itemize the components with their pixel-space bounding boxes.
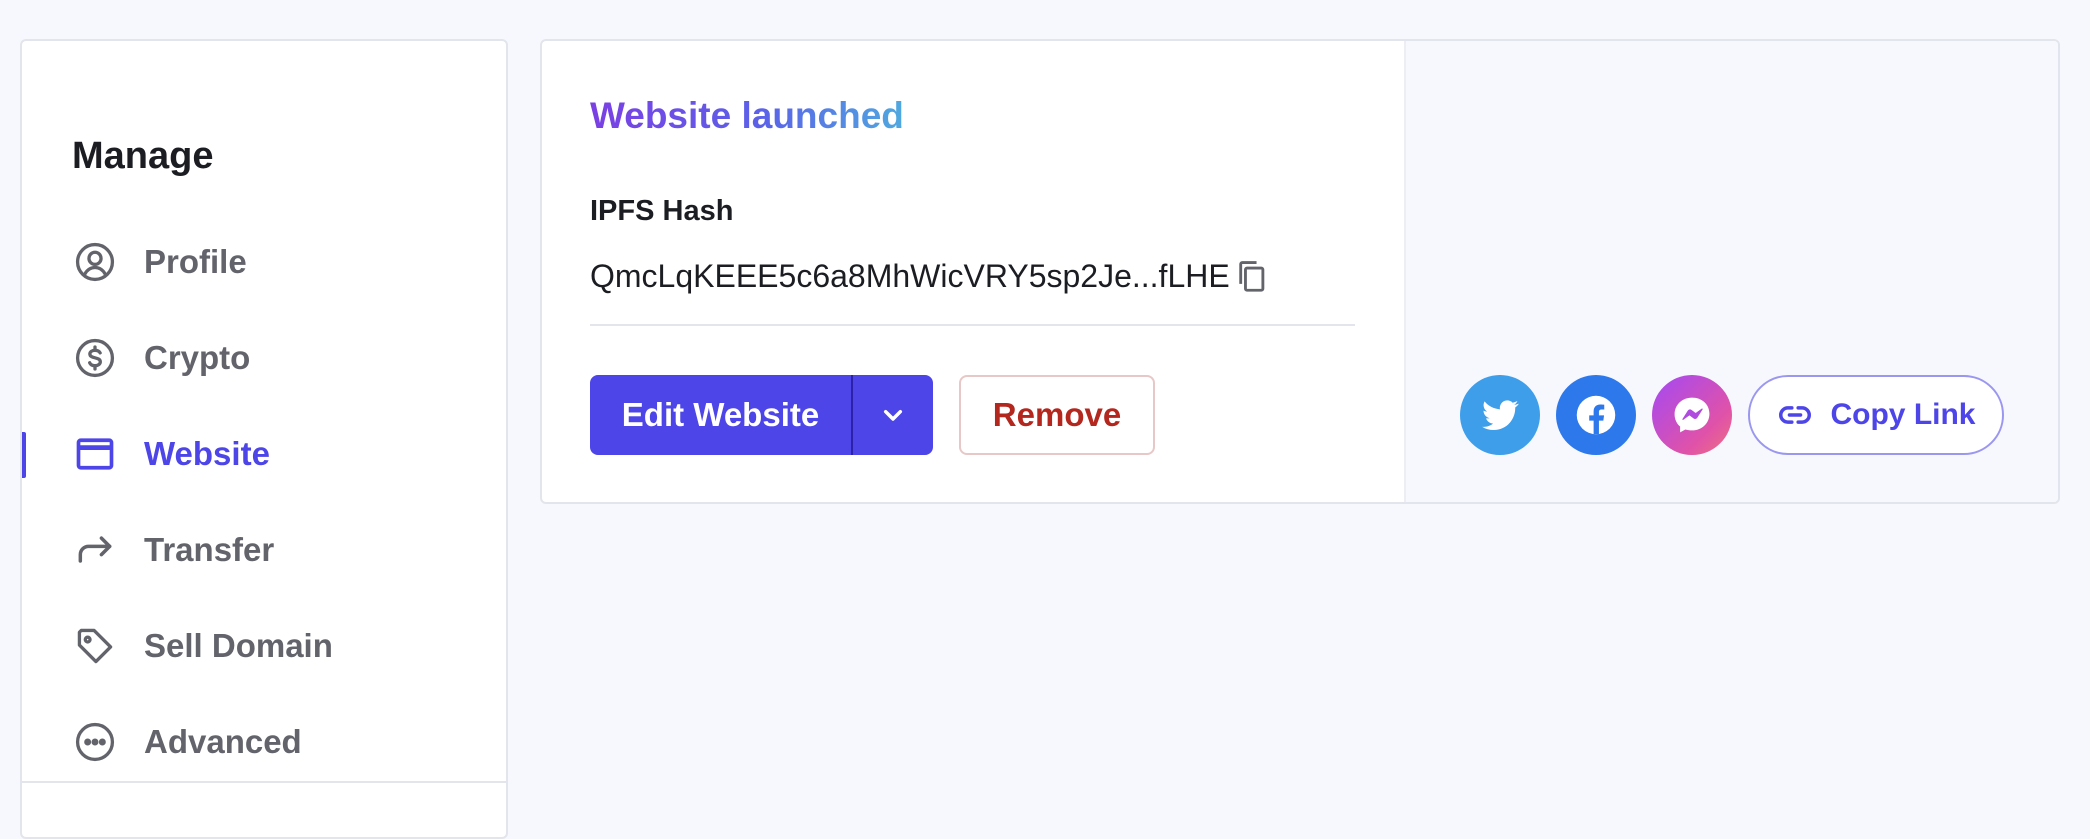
active-indicator <box>22 432 26 478</box>
copy-link-label: Copy Link <box>1830 398 1976 431</box>
sidebar-item-label: Profile <box>144 243 247 280</box>
edit-website-button-group: Edit Website <box>590 375 933 455</box>
sidebar-item-label: Website <box>144 435 270 472</box>
user-circle-icon <box>72 239 118 285</box>
share-facebook-button[interactable] <box>1556 375 1636 455</box>
more-circle-icon <box>72 719 118 765</box>
ipfs-hash-value: QmcLqKEEE5c6a8MhWicVRY5sp2Je...fLHE <box>590 258 1230 294</box>
share-messenger-button[interactable] <box>1652 375 1732 455</box>
website-card: Website launched IPFS Hash QmcLqKEEE5c6a… <box>540 39 2060 504</box>
share-twitter-button[interactable] <box>1460 375 1540 455</box>
sidebar-title: Manage <box>72 135 214 177</box>
sidebar-item-label: Transfer <box>144 531 275 568</box>
dollar-circle-icon <box>72 335 118 381</box>
sidebar-item-profile[interactable]: Profile <box>22 227 506 297</box>
sidebar-item-label: Crypto <box>144 339 251 376</box>
tag-icon <box>72 623 118 669</box>
copy-icon[interactable] <box>1232 257 1270 295</box>
arrow-forward-icon <box>72 527 118 573</box>
sidebar-item-website[interactable]: Website <box>22 419 506 489</box>
chevron-down-icon <box>883 409 903 421</box>
edit-website-button[interactable]: Edit Website <box>590 375 853 455</box>
remove-button[interactable]: Remove <box>959 375 1155 455</box>
sidebar-item-label: Advanced <box>144 723 302 760</box>
sidebar-divider <box>22 781 506 783</box>
sidebar-item-transfer[interactable]: Transfer <box>22 515 506 585</box>
link-icon <box>1779 406 1812 424</box>
sidebar-item-crypto[interactable]: Crypto <box>22 323 506 393</box>
ipfs-hash-label: IPFS Hash <box>590 195 734 227</box>
sidebar-item-label: Sell Domain <box>144 627 333 664</box>
card-title: Website launched <box>590 91 904 141</box>
messenger-icon <box>1674 397 1710 433</box>
sidebar-item-sell-domain[interactable]: Sell Domain <box>22 611 506 681</box>
twitter-icon <box>1482 400 1519 431</box>
copy-link-button[interactable]: Copy Link <box>1748 375 2004 455</box>
hash-divider <box>590 324 1355 326</box>
sidebar-item-advanced[interactable]: Advanced <box>22 707 506 777</box>
facebook-icon <box>1576 395 1616 435</box>
browser-window-icon <box>72 431 118 477</box>
edit-dropdown-button[interactable] <box>853 375 933 455</box>
manage-sidebar: Manage Profile Crypto Website Transfer S… <box>20 39 508 839</box>
